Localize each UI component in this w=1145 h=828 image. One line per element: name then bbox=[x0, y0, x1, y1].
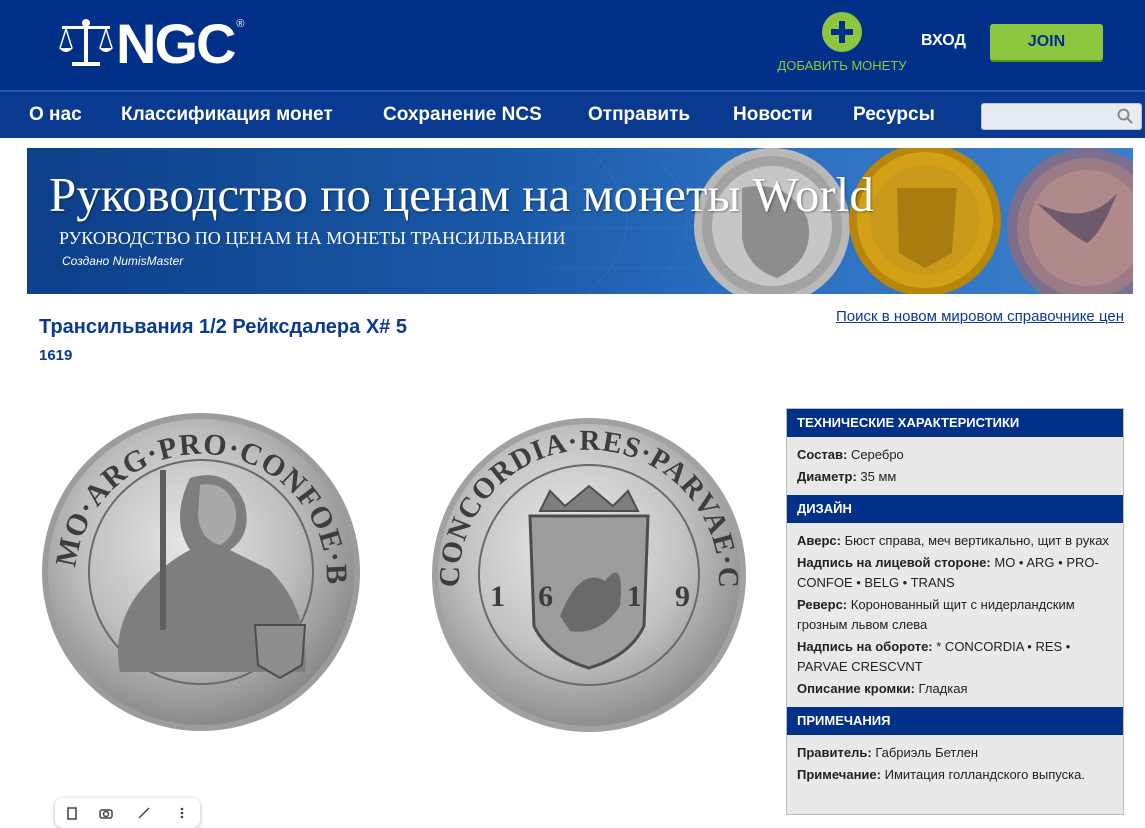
obverse-label: Аверс: bbox=[797, 533, 841, 548]
logo-registered-mark: ® bbox=[236, 18, 245, 30]
nav-item-coin-grading[interactable]: Классификация монет bbox=[121, 104, 333, 126]
specs-panel: ТЕХНИЧЕСКИЕ ХАРАКТЕРИСТИКИ Состав: Сереб… bbox=[786, 408, 1124, 815]
more-icon[interactable] bbox=[175, 806, 189, 820]
ruler-label: Правитель: bbox=[797, 745, 872, 760]
image-toolbar bbox=[55, 798, 200, 828]
tech-specs-header: ТЕХНИЧЕСКИЕ ХАРАКТЕРИСТИКИ bbox=[787, 409, 1123, 437]
banner-title: Руководство по ценам на монеты World bbox=[49, 167, 874, 222]
banner-credit: Создано NumisMaster bbox=[62, 254, 184, 268]
ngc-logo[interactable]: NGC ® bbox=[58, 12, 244, 75]
nav-item-submit[interactable]: Отправить bbox=[588, 104, 690, 126]
bookmark-icon[interactable] bbox=[65, 806, 79, 820]
obverse-value: Бюст справа, меч вертикально, щит в рука… bbox=[844, 533, 1109, 548]
search-box bbox=[981, 103, 1142, 130]
notes-header: ПРИМЕЧАНИЯ bbox=[787, 707, 1123, 735]
scales-icon bbox=[59, 19, 113, 66]
price-guide-banner: Руководство по ценам на монеты World РУК… bbox=[27, 148, 1133, 294]
coin-reverse-image[interactable]: CONCORDIA·RES·PARVAE·CRESCVNT 16 19 bbox=[430, 416, 748, 734]
new-price-guide-search-link[interactable]: Поиск в новом мировом справочнике цен bbox=[836, 308, 1124, 325]
edge-label: Описание кромки: bbox=[797, 681, 915, 696]
add-coin-button[interactable]: ДОБАВИТЬ МОНЕТУ bbox=[772, 12, 912, 73]
note-label: Примечание: bbox=[797, 767, 881, 782]
coin-obverse-image[interactable]: MO·ARG·PRO·CONFOE·BELG·TRANS bbox=[40, 410, 362, 734]
nav-item-news[interactable]: Новости bbox=[733, 104, 813, 126]
banner-subtitle: РУКОВОДСТВО ПО ЦЕНАМ НА МОНЕТЫ ТРАНСИЛЬВ… bbox=[59, 228, 566, 248]
reverse-legend-label: Надпись на обороте: bbox=[797, 639, 933, 654]
add-coin-label: ДОБАВИТЬ МОНЕТУ bbox=[777, 58, 907, 73]
coin-year: 1619 bbox=[39, 347, 73, 364]
plus-icon bbox=[822, 12, 862, 52]
search-input[interactable] bbox=[982, 104, 1112, 129]
nav-item-ncs-conservation[interactable]: Сохранение NCS bbox=[383, 104, 542, 126]
nav-item-resources[interactable]: Ресурсы bbox=[853, 104, 935, 126]
join-button[interactable]: JOIN bbox=[990, 24, 1103, 60]
logo-text: NGC bbox=[116, 12, 236, 75]
diameter-value: 35 мм bbox=[860, 469, 897, 484]
page-title: Трансильвания 1/2 Рейксдалера X# 5 bbox=[39, 316, 407, 338]
edit-icon[interactable] bbox=[137, 806, 151, 820]
notes-body: Правитель: Габриэль Бетлен Примечание: И… bbox=[787, 735, 1123, 793]
edge-value: Гладкая bbox=[918, 681, 968, 696]
search-icon[interactable] bbox=[1117, 108, 1133, 124]
login-link[interactable]: ВХОД bbox=[921, 32, 966, 50]
obverse-legend-label: Надпись на лицевой стороне: bbox=[797, 555, 991, 570]
tech-specs-body: Состав: Серебро Диаметр: 35 мм bbox=[787, 437, 1123, 495]
diameter-label: Диаметр: bbox=[797, 469, 857, 484]
design-body: Аверс: Бюст справа, меч вертикально, щит… bbox=[787, 523, 1123, 707]
main-nav: О нас Классификация монет Сохранение NCS… bbox=[0, 90, 1145, 138]
reverse-label: Реверс: bbox=[797, 597, 848, 612]
ruler-value: Габриэль Бетлен bbox=[875, 745, 979, 760]
note-value: Имитация голландского выпуска. bbox=[884, 767, 1085, 782]
camera-icon[interactable] bbox=[99, 806, 113, 820]
composition-value: Серебро bbox=[850, 447, 904, 462]
top-header: NGC ® ДОБАВИТЬ МОНЕТУ ВХОД JOIN bbox=[0, 0, 1145, 90]
design-header: ДИЗАЙН bbox=[787, 495, 1123, 523]
composition-label: Состав: bbox=[797, 447, 848, 462]
nav-item-about[interactable]: О нас bbox=[29, 104, 82, 126]
